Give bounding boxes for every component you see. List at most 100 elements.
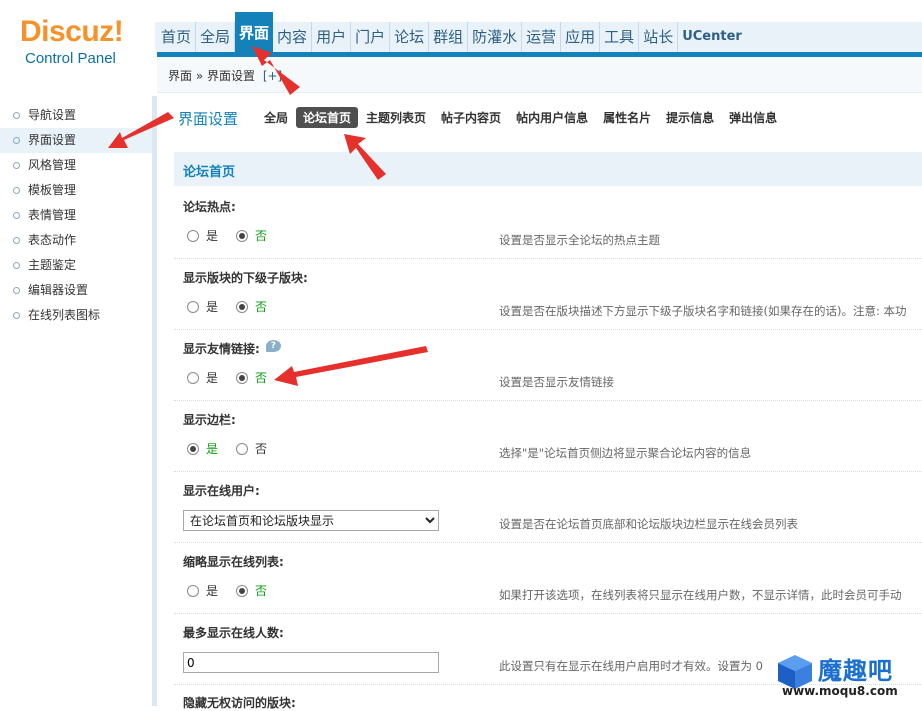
bullet-icon bbox=[13, 312, 20, 319]
topnav-tab-admin[interactable]: 站长 bbox=[639, 22, 679, 52]
setting-label-hide-forums: 隐藏无权访问的版块: bbox=[183, 696, 296, 710]
topnav-tab-forum[interactable]: 论坛 bbox=[390, 22, 430, 52]
radio-checked-icon bbox=[236, 229, 249, 242]
sidebar-item-template-management[interactable]: 模板管理 bbox=[0, 178, 152, 203]
bullet-icon bbox=[13, 137, 20, 144]
radio-no[interactable]: 否 bbox=[236, 298, 267, 315]
setting-label: 显示在线用户: bbox=[183, 484, 260, 498]
sub-tabs: 全局 论坛首页 主题列表页 帖子内容页 帖内用户信息 属性名片 提示信息 弹出信… bbox=[257, 107, 785, 128]
setting-description: 如果打开该选项，在线列表将只显示在线用户数，不显示详情，此时会员可手动 bbox=[499, 588, 902, 602]
radio-no[interactable]: 否 bbox=[236, 227, 267, 244]
sidebar-item-online-list-icons[interactable]: 在线列表图标 bbox=[0, 303, 152, 328]
radio-checked-icon bbox=[187, 442, 199, 455]
logo-brand: Discuz! bbox=[20, 15, 124, 48]
topnav-tab-portal[interactable]: 门户 bbox=[351, 22, 391, 52]
subtab-thread-list[interactable]: 主题列表页 bbox=[359, 107, 433, 128]
bullet-icon bbox=[13, 212, 20, 219]
sidebar-item-nav-settings[interactable]: 导航设置 bbox=[0, 103, 152, 128]
radio-group: 是 否 bbox=[187, 582, 285, 599]
sidebar-item-label: 编辑器设置 bbox=[28, 283, 89, 297]
max-online-input[interactable] bbox=[183, 652, 439, 673]
setting-label: 论坛热点: bbox=[183, 200, 236, 214]
bullet-icon bbox=[13, 112, 20, 119]
sidebar-item-style-management[interactable]: 风格管理 bbox=[0, 153, 152, 178]
topnav-tab-tools[interactable]: 工具 bbox=[600, 22, 640, 52]
setting-row-compact-online-list: 缩略显示在线列表: 是 否 如果打开该选项，在线列表将只显示在线用户数，不显示详… bbox=[174, 543, 922, 614]
watermark: 魔趣吧 www.moqu8.com bbox=[776, 651, 922, 706]
subtab-post-content[interactable]: 帖子内容页 bbox=[434, 107, 508, 128]
radio-checked-icon bbox=[236, 584, 249, 597]
topnav-tab-apps[interactable]: 应用 bbox=[561, 22, 601, 52]
radio-icon bbox=[187, 584, 199, 597]
logo[interactable]: Discuz! Control Panel bbox=[20, 14, 150, 68]
setting-description: 此设置只有在显示在线用户启用时才有效。设置为 0 bbox=[499, 659, 763, 673]
radio-yes[interactable]: 是 bbox=[187, 369, 218, 386]
setting-description: 设置是否显示全论坛的热点主题 bbox=[499, 233, 660, 247]
sidebar-item-emoticon-management[interactable]: 表情管理 bbox=[0, 203, 152, 228]
setting-row-show-sidebar: 显示边栏: 是 否 选择"是"论坛首页侧边将显示聚合论坛内容的信息 bbox=[174, 401, 922, 472]
sidebar-item-label: 表态动作 bbox=[28, 233, 77, 247]
subtab-global[interactable]: 全局 bbox=[257, 107, 295, 128]
radio-checked-icon bbox=[236, 371, 249, 384]
sidebar-item-label: 主题鉴定 bbox=[28, 258, 77, 272]
topnav-tab-ucenter[interactable]: UCenter bbox=[678, 22, 746, 52]
help-icon[interactable]: ? bbox=[265, 340, 281, 352]
sidebar: 导航设置 界面设置 风格管理 模板管理 表情管理 表态动作 主题鉴定 编辑器设置… bbox=[0, 96, 152, 706]
setting-description: 设置是否在论坛首页底部和论坛版块边栏显示在线会员列表 bbox=[499, 517, 798, 531]
setting-label: 显示友情链接:? bbox=[183, 340, 281, 357]
topnav-tab-users[interactable]: 用户 bbox=[312, 22, 352, 52]
sidebar-item-label: 表情管理 bbox=[28, 208, 77, 222]
radio-group: 是 否 bbox=[187, 440, 285, 457]
radio-checked-icon bbox=[236, 300, 249, 313]
section-header: 论坛首页 bbox=[174, 152, 922, 186]
radio-yes[interactable]: 是 bbox=[187, 227, 218, 244]
topnav-tab-content[interactable]: 内容 bbox=[273, 22, 313, 52]
bullet-icon bbox=[13, 162, 20, 169]
topnav-tab-operations[interactable]: 运营 bbox=[522, 22, 562, 52]
radio-yes[interactable]: 是 bbox=[187, 582, 218, 599]
online-users-select[interactable]: 在论坛首页和论坛版块显示 bbox=[183, 510, 439, 531]
sidebar-item-interface-settings[interactable]: 界面设置 bbox=[0, 128, 152, 153]
add-shortcut-button[interactable]: [+] bbox=[263, 69, 282, 83]
topnav-tab-interface[interactable]: 界面 bbox=[235, 12, 274, 52]
header: Discuz! Control Panel 首页 全局 界面 内容 用户 门户 … bbox=[0, 0, 922, 96]
subtab-post-user-info[interactable]: 帖内用户信息 bbox=[509, 107, 595, 128]
topnav-tab-home[interactable]: 首页 bbox=[157, 22, 197, 52]
topnav-tab-groups[interactable]: 群组 bbox=[429, 22, 469, 52]
breadcrumb-path: 界面 » 界面设置 bbox=[168, 69, 255, 83]
sidebar-item-label: 风格管理 bbox=[28, 158, 77, 172]
page-title: 界面设置 bbox=[178, 110, 239, 128]
setting-label-text: 显示友情链接: bbox=[183, 342, 260, 356]
subtab-forum-home[interactable]: 论坛首页 bbox=[296, 107, 359, 128]
setting-description: 设置是否显示友情链接 bbox=[499, 375, 614, 389]
main-content: 界面设置 全局 论坛首页 主题列表页 帖子内容页 帖内用户信息 属性名片 提示信… bbox=[157, 96, 922, 710]
radio-no[interactable]: 否 bbox=[236, 440, 267, 457]
top-navigation: 首页 全局 界面 内容 用户 门户 论坛 群组 防灌水 运营 应用 工具 站长 … bbox=[157, 12, 746, 52]
sidebar-item-thread-stamps[interactable]: 主题鉴定 bbox=[0, 253, 152, 278]
subtab-prompt-messages[interactable]: 提示信息 bbox=[659, 107, 721, 128]
topnav-tab-antispam[interactable]: 防灌水 bbox=[468, 22, 523, 52]
sidebar-item-reaction-actions[interactable]: 表态动作 bbox=[0, 228, 152, 253]
radio-yes[interactable]: 是 bbox=[187, 440, 218, 457]
radio-icon bbox=[236, 442, 249, 455]
radio-group: 是 否 bbox=[187, 227, 285, 244]
sidebar-item-label: 界面设置 bbox=[28, 133, 77, 147]
bullet-icon bbox=[13, 187, 20, 194]
radio-no[interactable]: 否 bbox=[236, 369, 267, 386]
topnav-tab-global[interactable]: 全局 bbox=[196, 22, 236, 52]
watermark-url: www.moqu8.com bbox=[782, 684, 898, 698]
subtab-popup-messages[interactable]: 弹出信息 bbox=[722, 107, 784, 128]
section-title: 论坛首页 bbox=[183, 165, 236, 180]
bullet-icon bbox=[13, 262, 20, 269]
setting-label: 缩略显示在线列表: bbox=[183, 555, 284, 569]
setting-description: 选择"是"论坛首页侧边将显示聚合论坛内容的信息 bbox=[499, 446, 752, 460]
sidebar-item-editor-settings[interactable]: 编辑器设置 bbox=[0, 278, 152, 303]
setting-row-show-subforums: 显示版块的下级子版块: 是 否 设置是否在版块描述下方显示下级子版块名字和链接(… bbox=[174, 259, 922, 330]
radio-yes[interactable]: 是 bbox=[187, 298, 218, 315]
radio-no[interactable]: 否 bbox=[236, 582, 267, 599]
radio-group: 是 否 bbox=[187, 298, 285, 315]
input-wrapper bbox=[183, 652, 439, 673]
sidebar-item-label: 在线列表图标 bbox=[28, 308, 101, 322]
subtab-profile-card[interactable]: 属性名片 bbox=[596, 107, 658, 128]
radio-icon bbox=[187, 371, 199, 384]
